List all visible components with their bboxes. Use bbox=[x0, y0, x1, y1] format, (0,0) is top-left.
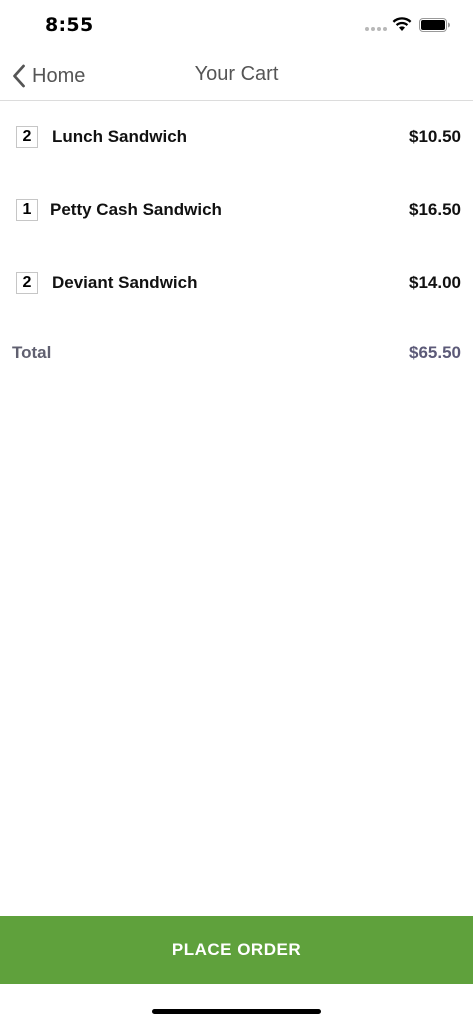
item-price: $14.00 bbox=[409, 273, 461, 292]
total-row: Total $65.50 bbox=[0, 343, 473, 367]
status-time: 8:55 bbox=[45, 14, 94, 36]
status-bar: 8:55 bbox=[0, 0, 473, 50]
cellular-signal-icon bbox=[365, 27, 387, 31]
item-name: Lunch Sandwich bbox=[52, 127, 188, 146]
cart-item[interactable]: 2 Lunch Sandwich $10.50 bbox=[0, 101, 473, 174]
back-label: Home bbox=[32, 64, 86, 87]
home-indicator[interactable] bbox=[152, 1009, 321, 1014]
cart-item[interactable]: 1 Petty Cash Sandwich $16.50 bbox=[0, 174, 473, 247]
total-value: $65.50 bbox=[409, 343, 461, 362]
cart-screen: 8:55 Your Cart Home 2 Lunch Sandwich $10… bbox=[0, 0, 473, 1024]
navigation-bar: Your Cart Home bbox=[0, 50, 473, 101]
back-button[interactable]: Home bbox=[12, 63, 85, 89]
cart-list: 2 Lunch Sandwich $10.50 1 Petty Cash San… bbox=[0, 101, 473, 320]
place-order-button[interactable]: PLACE ORDER bbox=[0, 916, 473, 984]
total-label: Total bbox=[12, 343, 52, 362]
item-name: Deviant Sandwich bbox=[52, 273, 198, 292]
cart-item[interactable]: 2 Deviant Sandwich $14.00 bbox=[0, 247, 473, 320]
quantity-box[interactable]: 2 bbox=[16, 272, 38, 294]
quantity-box[interactable]: 2 bbox=[16, 126, 38, 148]
item-name: Petty Cash Sandwich bbox=[50, 200, 222, 219]
item-price: $10.50 bbox=[409, 127, 461, 146]
chevron-left-icon bbox=[13, 64, 25, 88]
quantity-box[interactable]: 1 bbox=[16, 199, 38, 221]
wifi-icon bbox=[392, 17, 412, 31]
item-price: $16.50 bbox=[409, 200, 461, 219]
battery-icon bbox=[419, 18, 450, 32]
